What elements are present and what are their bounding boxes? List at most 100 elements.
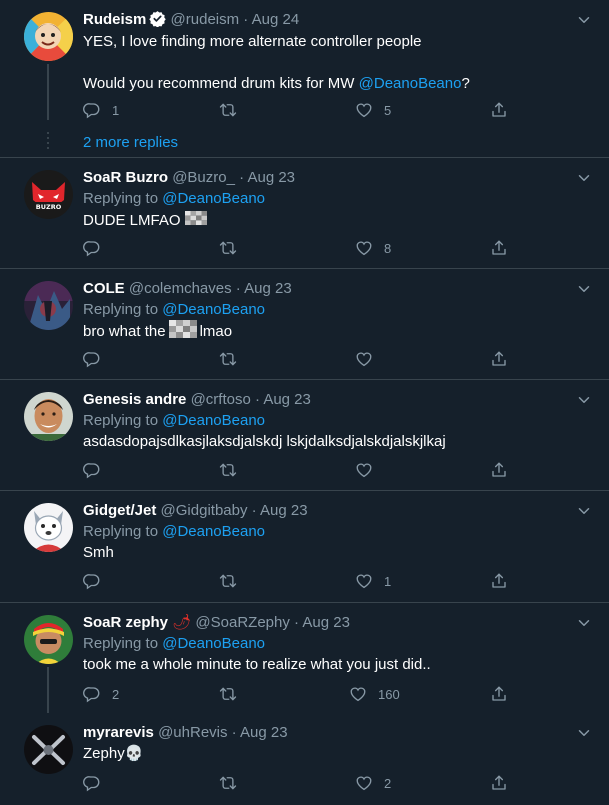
tweet-gidget[interactable]: Gidget/Jet @Gidgitbaby · Aug 23 Replying…	[0, 491, 609, 603]
user-handle[interactable]: @SoaRZephy	[195, 614, 289, 631]
replying-to: Replying to @DeanoBeano	[83, 410, 593, 431]
like-button[interactable]: 8	[355, 238, 391, 258]
retweet-button[interactable]	[219, 684, 237, 704]
mention-link[interactable]: @DeanoBeano	[162, 523, 265, 540]
user-handle[interactable]: @Buzro_	[172, 169, 235, 186]
retweet-button[interactable]	[219, 773, 237, 793]
reply-button[interactable]	[83, 349, 101, 369]
avatar[interactable]	[24, 281, 73, 330]
timestamp[interactable]: Aug 23	[260, 502, 308, 519]
timestamp[interactable]: Aug 24	[252, 11, 300, 28]
like-icon	[355, 572, 373, 590]
mention-link[interactable]: @DeanoBeano	[162, 635, 265, 652]
share-icon	[490, 350, 508, 368]
timestamp[interactable]: Aug 23	[247, 169, 295, 186]
avatar[interactable]	[24, 615, 73, 664]
like-button[interactable]	[355, 349, 373, 369]
reply-button[interactable]	[83, 773, 101, 793]
avatar-logo-text: BUZRO	[36, 203, 62, 211]
retweet-button[interactable]	[219, 238, 237, 258]
tweet-zephy[interactable]: SoaR zephy 🌶 @SoaRZephy · Aug 23 Replyin…	[0, 603, 609, 713]
like-count: 8	[384, 240, 392, 256]
retweet-icon	[219, 101, 237, 119]
mention-link[interactable]: @DeanoBeano	[162, 301, 265, 318]
retweet-icon	[219, 350, 237, 368]
replying-to-label: Replying to	[83, 190, 163, 207]
like-button[interactable]: 2	[355, 773, 391, 793]
retweet-icon	[219, 685, 237, 703]
mention-link[interactable]: @DeanoBeano	[359, 75, 462, 92]
like-button[interactable]: 160	[349, 684, 400, 704]
like-button[interactable]: 5	[355, 100, 391, 120]
display-name[interactable]: SoaR Buzro	[83, 169, 168, 186]
separator-dot: ·	[231, 724, 237, 741]
share-button[interactable]	[490, 460, 508, 480]
avatar[interactable]	[24, 12, 73, 61]
user-handle[interactable]: @uhRevis	[158, 724, 227, 741]
tweet-text-fragment: Would you recommend drum kits for MW	[83, 75, 359, 92]
share-button[interactable]	[490, 773, 508, 793]
reply-count: 1	[112, 102, 120, 118]
censored-image	[185, 209, 207, 227]
reply-button[interactable]: 1	[83, 100, 119, 120]
tweet-genesis[interactable]: Genesis andre @crftoso · Aug 23 Replying…	[0, 380, 609, 491]
mention-link[interactable]: @DeanoBeano	[162, 412, 265, 429]
tweet-myrarevis[interactable]: myrarevis @uhRevis · Aug 23 Zephy💀 2	[0, 713, 609, 805]
retweet-button[interactable]	[219, 460, 237, 480]
like-count: 160	[378, 686, 400, 702]
retweet-button[interactable]	[219, 349, 237, 369]
tweet-text-fragment: lmao	[199, 323, 233, 340]
tweet-text: DUDE LMFAO	[83, 209, 593, 231]
timestamp[interactable]: Aug 23	[263, 391, 311, 408]
share-button[interactable]	[490, 684, 508, 704]
tweet-text: Zephy💀	[83, 745, 144, 762]
share-button[interactable]	[490, 349, 508, 369]
replying-to: Replying to @DeanoBeano	[83, 188, 593, 209]
like-button[interactable]	[355, 460, 373, 480]
retweet-button[interactable]	[219, 100, 237, 120]
display-name[interactable]: Genesis andre	[83, 391, 186, 408]
reply-button[interactable]: 2	[83, 684, 119, 704]
user-handle[interactable]: @colemchaves	[129, 280, 232, 297]
retweet-icon	[219, 774, 237, 792]
share-button[interactable]	[490, 238, 508, 258]
share-button[interactable]	[490, 571, 508, 591]
timestamp[interactable]: Aug 23	[240, 724, 288, 741]
reply-button[interactable]	[83, 238, 101, 258]
user-handle[interactable]: @rudeism	[171, 11, 240, 28]
tweet-header: Gidget/Jet @Gidgitbaby · Aug 23	[83, 501, 593, 521]
display-name[interactable]: Rudeism	[83, 11, 146, 28]
like-button[interactable]: 1	[355, 571, 391, 591]
reply-icon	[83, 101, 101, 119]
share-button[interactable]	[490, 100, 508, 120]
reply-button[interactable]	[83, 571, 101, 591]
like-count: 5	[384, 102, 392, 118]
user-handle[interactable]: @Gidgitbaby	[161, 502, 248, 519]
display-name[interactable]: myrarevis	[83, 724, 154, 741]
tweet-text-line: Would you recommend drum kits for MW @De…	[83, 73, 593, 94]
tweet-text-line: YES, I love finding more alternate contr…	[83, 33, 422, 50]
reply-icon	[83, 239, 101, 257]
display-name[interactable]: COLE	[83, 280, 125, 297]
display-name[interactable]: Gidget/Jet	[83, 502, 156, 519]
avatar[interactable]	[24, 503, 73, 552]
retweet-button[interactable]	[219, 571, 237, 591]
reply-button[interactable]	[83, 460, 101, 480]
display-name[interactable]: SoaR zephy	[83, 614, 168, 631]
mention-link[interactable]: @DeanoBeano	[162, 190, 265, 207]
timestamp[interactable]: Aug 23	[244, 280, 292, 297]
tweet-actions: 2	[83, 773, 523, 793]
thread-line	[47, 64, 49, 120]
reply-icon	[83, 350, 101, 368]
tweet-buzro[interactable]: BUZRO SoaR Buzro @Buzro_ · Aug 23 Replyi…	[0, 158, 609, 269]
separator-dot: ·	[235, 280, 241, 297]
show-more-replies-link[interactable]: 2 more replies	[83, 134, 178, 151]
avatar[interactable]: BUZRO	[24, 170, 73, 219]
timestamp[interactable]: Aug 23	[302, 614, 350, 631]
avatar[interactable]	[24, 392, 73, 441]
tweet-rudeism[interactable]: Rudeism @rudeism · Aug 24 YES, I love fi…	[0, 0, 609, 158]
avatar[interactable]	[24, 725, 73, 774]
user-handle[interactable]: @crftoso	[191, 391, 251, 408]
replying-to-label: Replying to	[83, 412, 163, 429]
tweet-cole[interactable]: COLE @colemchaves · Aug 23 Replying to @…	[0, 269, 609, 380]
